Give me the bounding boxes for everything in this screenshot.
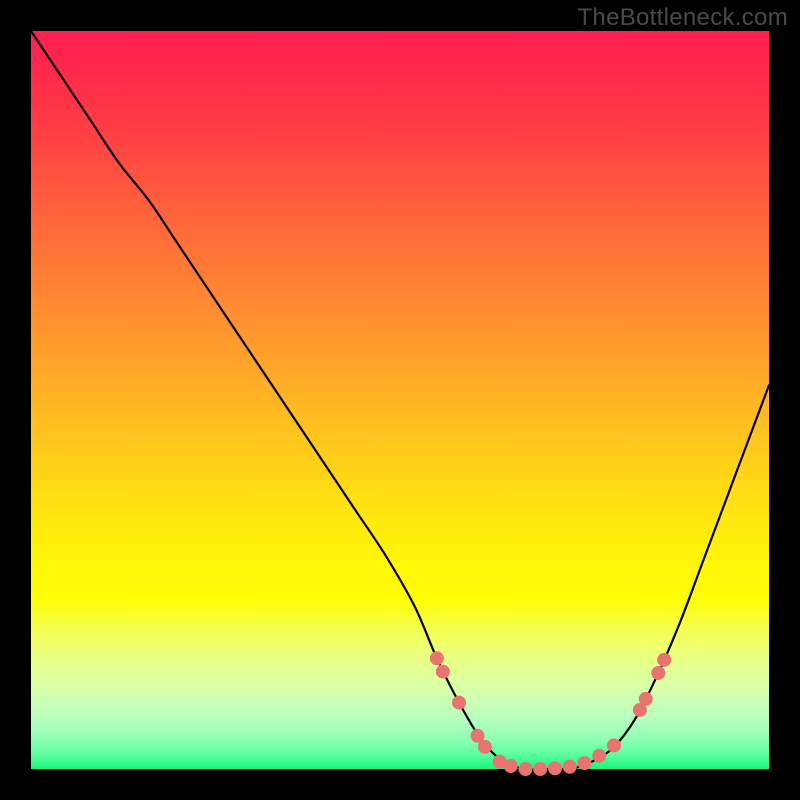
curve-marker	[533, 762, 547, 776]
curve-marker	[518, 762, 532, 776]
curve-marker	[607, 738, 621, 752]
curve-marker	[578, 756, 592, 770]
curve-marker	[563, 760, 577, 774]
curve-marker	[639, 692, 653, 706]
chart-frame: TheBottleneck.com	[0, 0, 800, 800]
curve-marker	[436, 665, 450, 679]
curve-marker	[657, 653, 671, 667]
curve-marker	[504, 759, 518, 773]
curve-marker	[478, 740, 492, 754]
watermark-text: TheBottleneck.com	[577, 4, 788, 32]
curve-marker	[430, 651, 444, 665]
curve-marker	[452, 696, 466, 710]
curve-marker	[651, 666, 665, 680]
bottleneck-curve-svg	[31, 31, 769, 769]
curve-marker	[548, 761, 562, 775]
curve-marker	[592, 749, 606, 763]
